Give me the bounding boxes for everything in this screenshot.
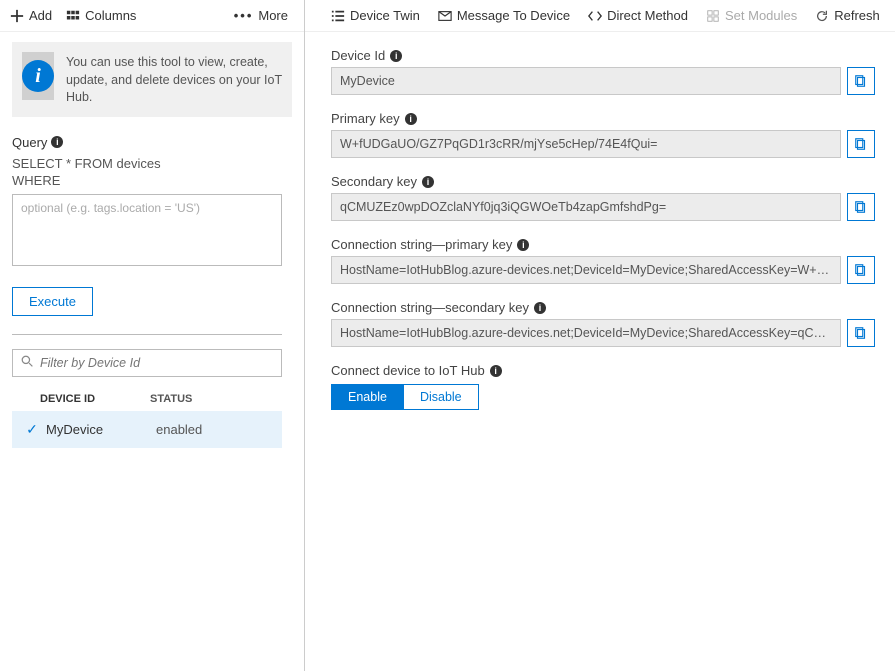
check-icon: ✓: [26, 421, 38, 438]
copy-button[interactable]: [847, 256, 875, 284]
filter-container[interactable]: [12, 349, 282, 377]
direct-method-button[interactable]: Direct Method: [588, 8, 688, 23]
plus-icon: [10, 9, 24, 23]
columns-label: Columns: [85, 8, 136, 23]
query-heading: Query i: [12, 135, 292, 150]
info-callout: i You can use this tool to view, create,…: [12, 42, 292, 117]
enable-button[interactable]: Enable: [331, 384, 404, 410]
query-where-line: WHERE: [12, 173, 292, 188]
more-label: More: [258, 8, 288, 23]
columns-icon: [66, 9, 80, 23]
info-icon[interactable]: i: [517, 239, 529, 251]
message-to-device-button[interactable]: Message To Device: [438, 8, 570, 23]
add-label: Add: [29, 8, 52, 23]
secondary-key-field[interactable]: [331, 193, 841, 221]
info-text: You can use this tool to view, create, u…: [66, 52, 282, 107]
copy-button[interactable]: [847, 193, 875, 221]
more-icon: •••: [234, 8, 254, 23]
info-icon[interactable]: i: [490, 365, 502, 377]
device-twin-button[interactable]: Device Twin: [331, 8, 420, 23]
conn-secondary-field[interactable]: [331, 319, 841, 347]
col-device-id: DEVICE ID: [40, 393, 150, 405]
search-icon: [21, 355, 34, 371]
info-icon: i: [22, 60, 54, 92]
copy-button[interactable]: [847, 67, 875, 95]
device-id-label: Device Id i: [331, 48, 875, 63]
info-icon[interactable]: i: [422, 176, 434, 188]
columns-button[interactable]: Columns: [66, 8, 136, 23]
refresh-icon: [815, 9, 829, 23]
right-panel: Device Twin Message To Device Direct Met…: [305, 0, 895, 671]
set-modules-button: Set Modules: [706, 8, 797, 23]
add-button[interactable]: Add: [10, 8, 52, 23]
conn-primary-label: Connection string—primary key i: [331, 237, 875, 252]
left-toolbar: Add Columns ••• More: [0, 0, 304, 32]
device-table: DEVICE ID STATUS ✓ MyDevice enabled: [12, 393, 282, 448]
info-icon[interactable]: i: [390, 50, 402, 62]
copy-button[interactable]: [847, 319, 875, 347]
right-toolbar: Device Twin Message To Device Direct Met…: [305, 0, 895, 32]
info-icon[interactable]: i: [51, 136, 63, 148]
execute-button[interactable]: Execute: [12, 287, 93, 316]
row-device-id: MyDevice: [46, 422, 156, 437]
info-icon[interactable]: i: [534, 302, 546, 314]
device-id-field[interactable]: [331, 67, 841, 95]
info-icon[interactable]: i: [405, 113, 417, 125]
list-icon: [331, 9, 345, 23]
code-icon: [588, 9, 602, 23]
table-row[interactable]: ✓ MyDevice enabled: [12, 411, 282, 448]
modules-icon: [706, 9, 720, 23]
primary-key-label: Primary key i: [331, 111, 875, 126]
row-status: enabled: [156, 422, 276, 437]
left-panel: Add Columns ••• More i You can use this …: [0, 0, 305, 671]
device-filter-input[interactable]: [40, 356, 273, 370]
conn-primary-field[interactable]: [331, 256, 841, 284]
query-select-line: SELECT * FROM devices: [12, 156, 292, 171]
primary-key-field[interactable]: [331, 130, 841, 158]
more-button[interactable]: ••• More: [234, 8, 288, 23]
divider: [12, 334, 282, 335]
table-header: DEVICE ID STATUS: [12, 393, 282, 411]
col-status: STATUS: [150, 393, 276, 405]
query-filter-input[interactable]: [12, 194, 282, 266]
connect-device-label: Connect device to IoT Hub i: [331, 363, 875, 378]
copy-button[interactable]: [847, 130, 875, 158]
disable-button[interactable]: Disable: [404, 384, 479, 410]
refresh-button[interactable]: Refresh: [815, 8, 880, 23]
secondary-key-label: Secondary key i: [331, 174, 875, 189]
enable-toggle: Enable Disable: [331, 384, 875, 410]
mail-icon: [438, 9, 452, 23]
conn-secondary-label: Connection string—secondary key i: [331, 300, 875, 315]
info-icon-container: i: [22, 52, 54, 100]
row-select[interactable]: ✓: [18, 421, 46, 438]
